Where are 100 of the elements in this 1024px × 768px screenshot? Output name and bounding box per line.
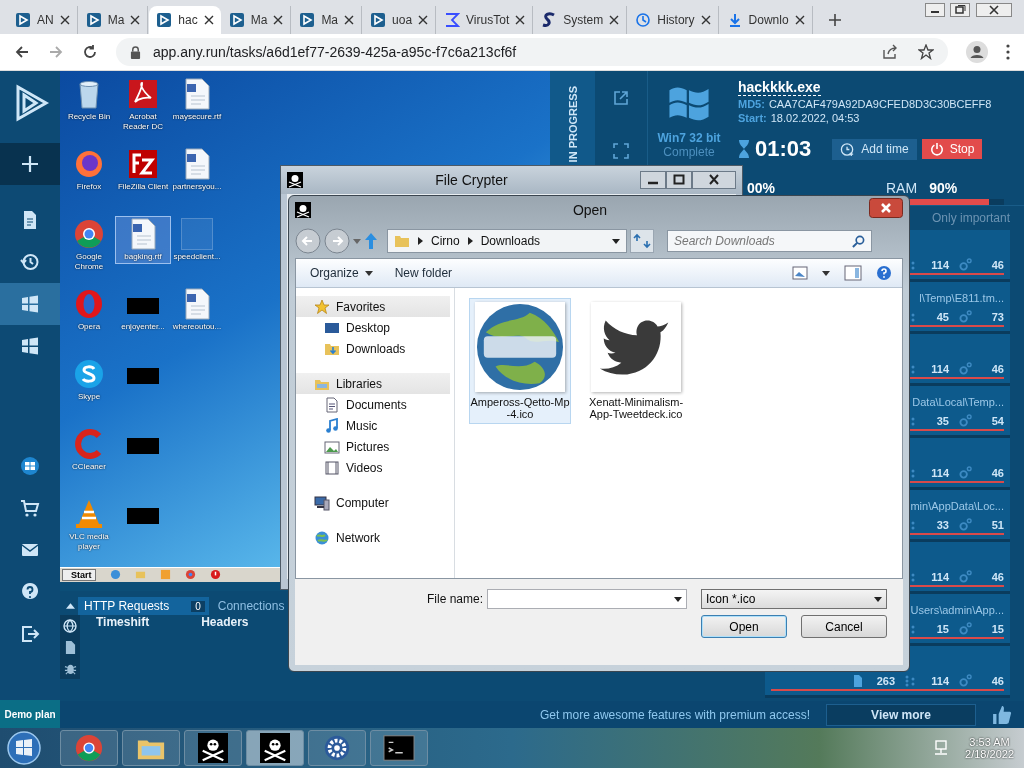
nav-item[interactable]: Libraries <box>296 373 450 394</box>
menu-icon[interactable] <box>1006 44 1010 60</box>
thumbs-up-icon[interactable] <box>992 704 1012 725</box>
panel-tab[interactable]: Connections <box>211 597 289 615</box>
close-icon[interactable] <box>59 15 70 25</box>
new-tab-button[interactable] <box>827 13 842 27</box>
desktop-shortcut[interactable]: Firefox <box>62 147 116 193</box>
chrome-icon[interactable] <box>73 218 105 250</box>
firefox-icon[interactable] <box>73 148 105 180</box>
nav-item[interactable]: Videos <box>296 457 454 478</box>
close-icon[interactable] <box>609 15 620 25</box>
collapse-icon[interactable] <box>66 603 75 609</box>
traffic-cone-icon[interactable] <box>73 498 105 530</box>
external-link-icon[interactable] <box>613 89 629 106</box>
reload-icon[interactable] <box>82 44 98 60</box>
share-icon[interactable] <box>882 44 898 60</box>
desktop-shortcut[interactable]: whereoutou... <box>170 287 224 333</box>
caret-icon[interactable] <box>612 238 620 244</box>
nav-item[interactable]: Desktop <box>296 317 454 338</box>
desktop-shortcut[interactable]: CCleaner <box>62 427 116 473</box>
breadcrumb-item[interactable]: Cirno <box>431 234 460 248</box>
view-icon[interactable] <box>792 266 808 280</box>
nav-item[interactable]: Computer <box>296 492 454 513</box>
nav-item[interactable]: Network <box>296 527 454 548</box>
nav-item[interactable]: Pictures <box>296 436 454 457</box>
stop-button[interactable]: Stop <box>921 139 983 159</box>
bug-icon[interactable] <box>63 662 77 675</box>
desktop-shortcut[interactable]: Skype <box>62 357 116 403</box>
skype-icon[interactable] <box>73 358 105 390</box>
taskbar-button[interactable] <box>370 730 428 766</box>
nav-item[interactable]: Downloads <box>296 338 454 359</box>
view-more-button[interactable]: View more <box>826 703 976 726</box>
profile-icon[interactable] <box>966 41 988 63</box>
folder-icon <box>394 234 410 248</box>
close-icon[interactable] <box>418 15 429 25</box>
desktop-shortcut[interactable]: Opera <box>62 287 116 333</box>
back-button[interactable] <box>295 228 321 254</box>
minimize-icon[interactable] <box>924 3 946 17</box>
start-orb-icon[interactable] <box>6 730 42 766</box>
desktop-shortcut[interactable]: maysecure.rtf <box>170 77 224 123</box>
breadcrumb-bar[interactable]: Cirno Downloads <box>387 229 627 253</box>
breadcrumb-item[interactable]: Downloads <box>480 234 541 248</box>
file-name[interactable]: hackkkk.exe <box>738 79 821 96</box>
filezilla-icon[interactable] <box>127 148 159 180</box>
chrome-icon[interactable] <box>184 569 196 581</box>
desktop-shortcut[interactable]: FileZilla Client <box>116 147 170 193</box>
desktop-icon-label: Opera <box>77 322 101 332</box>
address-field[interactable]: app.any.run/tasks/a6d1ef77-2639-425a-a95c-f7c6a213cf6f <box>116 38 948 66</box>
organize-button[interactable]: Organize <box>306 264 377 282</box>
close-icon[interactable] <box>344 15 355 25</box>
taskbar-button[interactable] <box>184 730 242 766</box>
close-button[interactable] <box>869 198 903 218</box>
start-button[interactable]: Start <box>62 569 96 581</box>
add-time-button[interactable]: Add time <box>832 138 917 160</box>
desktop-shortcut[interactable]: bagking.rtf <box>116 217 170 263</box>
refresh-button[interactable] <box>630 229 654 253</box>
taskbar-button[interactable] <box>308 730 366 766</box>
browser-tab[interactable]: hac <box>149 6 221 34</box>
music-note-icon <box>324 417 340 434</box>
help-icon[interactable] <box>876 265 892 281</box>
desktop-shortcut[interactable]: Acrobat Reader DC <box>116 77 170 133</box>
nav-item[interactable]: Music <box>296 415 454 436</box>
play-logo-icon <box>15 12 31 28</box>
file-item[interactable]: Ampeross-Qetto-Mp-4.ico <box>469 298 571 424</box>
globe-icon[interactable] <box>63 619 77 633</box>
search-field[interactable]: Search Downloads <box>667 230 872 252</box>
close-icon[interactable] <box>974 3 1014 17</box>
close-icon[interactable] <box>203 15 214 25</box>
close-icon[interactable] <box>700 15 711 25</box>
maximize-button[interactable] <box>666 171 692 189</box>
nav-item[interactable]: Favorites <box>296 296 450 317</box>
desktop-shortcut[interactable]: partnersyou... <box>170 147 224 193</box>
nav-item[interactable]: Documents <box>296 394 454 415</box>
stop-icon[interactable] <box>209 569 221 581</box>
desktop-shortcut[interactable]: enjoyenter... <box>116 287 170 333</box>
sidebar-item[interactable] <box>0 143 60 185</box>
pdf-app-icon[interactable] <box>127 78 159 110</box>
minimize-button[interactable] <box>640 171 666 189</box>
cancel-button[interactable]: Cancel <box>801 615 887 638</box>
new-folder-button[interactable]: New folder <box>390 264 457 282</box>
star-icon[interactable] <box>918 44 934 60</box>
file-type-dropdown[interactable]: Icon *.ico <box>701 589 887 609</box>
desktop-shortcut[interactable]: speedclient... <box>170 217 224 263</box>
taskbar-button[interactable] <box>246 730 304 766</box>
caret-icon[interactable] <box>822 270 830 276</box>
open-button[interactable]: Open <box>701 615 787 638</box>
desktop-shortcut[interactable]: Recycle Bin <box>62 77 116 123</box>
close-button[interactable] <box>692 171 736 189</box>
desktop-shortcut[interactable]: Google Chrome <box>62 217 116 273</box>
close-icon[interactable] <box>273 15 284 25</box>
close-icon[interactable] <box>515 15 526 25</box>
panel-tab[interactable]: HTTP Requests 0 <box>78 597 209 615</box>
fullscreen-icon[interactable] <box>613 142 629 159</box>
file-name-field[interactable] <box>487 589 687 609</box>
forward-button[interactable] <box>324 228 350 254</box>
close-icon[interactable] <box>794 15 805 25</box>
document-icon[interactable] <box>64 641 76 654</box>
close-icon[interactable] <box>130 15 141 25</box>
restore-icon[interactable] <box>949 3 971 17</box>
back-icon[interactable] <box>14 44 30 60</box>
